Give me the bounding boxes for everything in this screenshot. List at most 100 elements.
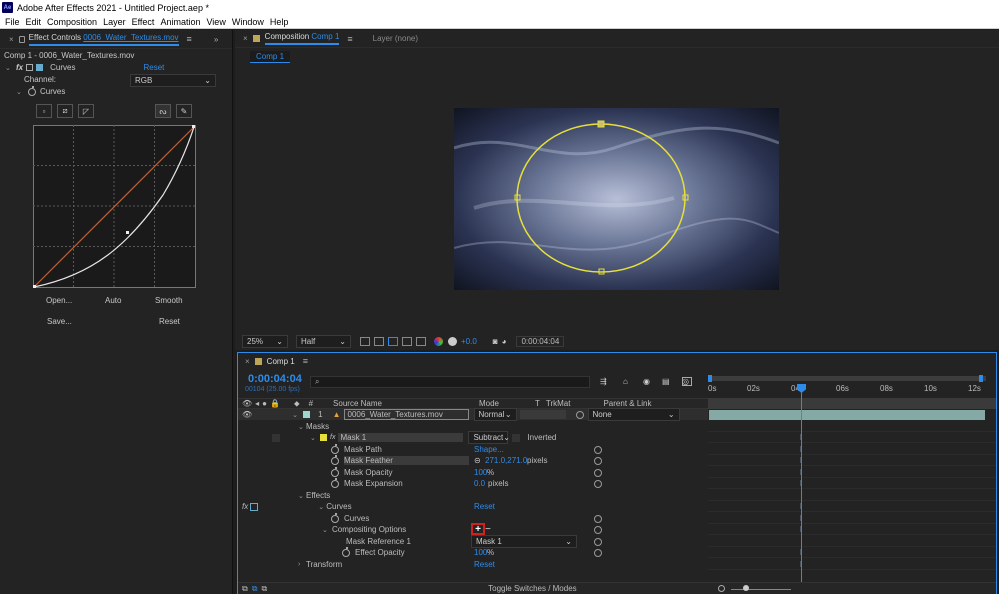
timeline-timecode[interactable]: 0:00:04:04 xyxy=(248,373,302,385)
stopwatch-icon[interactable] xyxy=(331,477,339,488)
chevron-down-icon[interactable]: ⌄ xyxy=(298,492,306,500)
large-graph-icon[interactable]: ◸ xyxy=(78,104,94,118)
expand-panels-icon[interactable]: » xyxy=(214,35,218,44)
chevron-down-icon[interactable]: ⌄ xyxy=(16,88,24,96)
panel-menu-icon[interactable]: ≡ xyxy=(187,34,192,44)
menu-window[interactable]: Window xyxy=(232,17,264,27)
parent-select[interactable]: None ⌄ xyxy=(587,408,680,421)
inverted-checkbox[interactable] xyxy=(512,433,521,442)
curves-effect-row[interactable]: fx ⌄ Curves Reset xyxy=(238,501,708,512)
tab-layer[interactable]: Layer (none) xyxy=(373,34,418,43)
smooth-button[interactable]: Smooth xyxy=(155,296,183,305)
lock-column-icon[interactable]: 🔒 xyxy=(270,399,280,408)
mask-handle[interactable] xyxy=(597,120,605,128)
panel-menu-icon[interactable]: ≡ xyxy=(347,34,352,44)
masks-group-row[interactable]: ⌄ Masks xyxy=(298,421,329,432)
collapse-icon[interactable]: ⧉ xyxy=(261,584,267,594)
frame-blending-icon[interactable]: ▤ xyxy=(662,377,670,386)
mask-mode-select[interactable]: Subtract ⌄ xyxy=(468,431,510,444)
work-area-start-handle[interactable] xyxy=(708,375,712,382)
resolution-select[interactable]: Half ⌄ xyxy=(296,334,351,348)
chevron-down-icon[interactable]: ⌄ xyxy=(310,434,318,442)
col-t[interactable]: T xyxy=(535,399,540,408)
layer-row[interactable]: 👁 ⌄ 1 ▲ 0006_Water_Textures.mov Normal ⌄ … xyxy=(238,408,708,421)
effect-opacity-row[interactable]: Effect Opacity 100 % xyxy=(342,546,602,558)
work-area-end-handle[interactable] xyxy=(979,375,983,382)
mask-reference-row[interactable]: Mask Reference 1 Mask 1 ⌄ xyxy=(346,535,602,548)
exposure-value[interactable]: +0.0 xyxy=(461,337,477,346)
zoom-out-icon[interactable] xyxy=(718,585,725,592)
chevron-down-icon[interactable]: ⌄ xyxy=(5,64,13,72)
work-area-bar[interactable] xyxy=(708,376,986,381)
solo-icon[interactable]: ● xyxy=(262,399,267,408)
exposure-reset-icon[interactable] xyxy=(448,336,457,346)
comp-viewer-footage[interactable] xyxy=(454,108,779,290)
transform-reset-link[interactable]: Reset xyxy=(474,560,495,569)
close-icon[interactable]: × xyxy=(243,34,248,43)
pickwhip-icon[interactable] xyxy=(575,410,584,419)
mask-path-value[interactable]: Shape... xyxy=(474,445,504,454)
eye-icon[interactable]: 👁 xyxy=(242,399,252,408)
preset-icon[interactable] xyxy=(26,64,34,71)
current-time-display[interactable]: 0:00:04:04 xyxy=(516,335,565,347)
mask-opacity-value[interactable]: 100 xyxy=(474,468,487,477)
mask-name[interactable]: Mask 1 xyxy=(338,433,464,442)
mask1-row[interactable]: ⌄ fx Mask 1 Subtract ⌄ Inverted xyxy=(238,431,708,444)
stopwatch-icon[interactable] xyxy=(331,454,339,465)
region-of-interest-icon[interactable] xyxy=(402,336,412,346)
link-icon[interactable]: ⊝ xyxy=(474,456,481,465)
comp-subtab[interactable]: Comp 1 xyxy=(250,51,291,63)
pickwhip-icon[interactable] xyxy=(594,548,602,557)
stopwatch-icon[interactable] xyxy=(342,546,350,557)
menu-composition[interactable]: Composition xyxy=(47,17,97,27)
col-source-name[interactable]: Source Name xyxy=(333,399,382,408)
compositing-options-row[interactable]: ⌄ Compositing Options + − xyxy=(322,523,602,535)
add-mask-reference-button[interactable]: + xyxy=(471,523,485,535)
mask-expansion-value[interactable]: 0.0 xyxy=(474,479,485,488)
mask-visibility-box[interactable] xyxy=(272,433,280,442)
effect-switch-icon[interactable] xyxy=(250,502,259,511)
eye-icon[interactable]: 👁 xyxy=(242,410,252,419)
col-mode[interactable]: Mode xyxy=(479,399,499,408)
mask-feather-row[interactable]: Mask Feather ⊝ 271.0,271.0 pixels xyxy=(331,454,708,466)
graph-editor-button[interactable] xyxy=(682,377,692,386)
panel-menu-icon[interactable]: ≡ xyxy=(303,356,308,366)
col-trkmat[interactable]: TrkMat xyxy=(546,399,571,408)
bezier-tool-icon[interactable]: ᔓ xyxy=(155,104,171,118)
stopwatch-icon[interactable] xyxy=(331,466,339,477)
close-icon[interactable]: × xyxy=(9,35,14,44)
tab-composition[interactable]: Composition Comp 1 xyxy=(264,32,340,45)
pickwhip-icon[interactable] xyxy=(594,514,602,523)
effect-opacity-value[interactable]: 100 xyxy=(474,548,487,557)
reset-curve-button[interactable]: Reset xyxy=(159,317,180,326)
toggle-switches-modes-button[interactable]: Toggle Switches / Modes xyxy=(488,584,577,593)
snapshot-icon[interactable]: ◙ xyxy=(493,337,498,346)
grid-guides-icon[interactable] xyxy=(416,336,426,346)
zoom-slider-handle[interactable] xyxy=(743,585,749,591)
curve-point[interactable] xyxy=(126,231,129,234)
auto-button[interactable]: Auto xyxy=(105,296,121,305)
fx-icon[interactable]: fx xyxy=(16,63,23,72)
blend-icon[interactable] xyxy=(36,64,44,71)
stopwatch-icon[interactable] xyxy=(331,443,339,454)
curve-point[interactable] xyxy=(33,285,36,288)
chevron-down-icon[interactable]: ⌄ xyxy=(322,526,330,534)
layer-name[interactable]: 0006_Water_Textures.mov xyxy=(343,409,469,420)
mask-feather-value[interactable]: 271.0,271.0 xyxy=(485,456,527,465)
transform-group-row[interactable]: › Transform Reset xyxy=(298,559,495,570)
mask-path-row[interactable]: Mask Path Shape... xyxy=(331,443,602,455)
menu-file[interactable]: File xyxy=(5,17,20,27)
lock-icon[interactable] xyxy=(18,35,25,43)
tab-timeline-comp[interactable]: Comp 1 xyxy=(267,357,295,366)
curves-graph[interactable] xyxy=(33,125,196,288)
mask-reference-select[interactable]: Mask 1 ⌄ xyxy=(471,535,577,548)
render-time-icon[interactable]: ⧉ xyxy=(242,584,248,594)
channel-color-icon[interactable] xyxy=(434,336,443,346)
menu-effect[interactable]: Effect xyxy=(132,17,155,27)
close-icon[interactable]: × xyxy=(245,357,250,366)
pickwhip-icon[interactable] xyxy=(594,479,602,488)
audio-icon[interactable]: ◂ xyxy=(255,399,259,408)
layer-mode-select[interactable]: Normal ⌄ xyxy=(473,408,517,421)
stopwatch-icon[interactable] xyxy=(28,85,36,96)
curve-point[interactable] xyxy=(192,125,195,128)
